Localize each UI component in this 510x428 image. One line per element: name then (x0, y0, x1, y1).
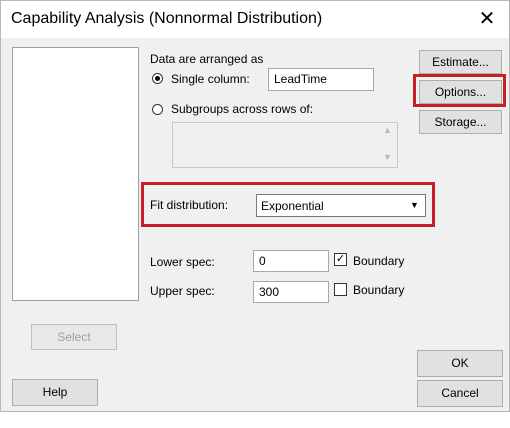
upper-spec-input[interactable]: 300 (253, 281, 329, 303)
capability-analysis-dialog: Capability Analysis (Nonnormal Distribut… (0, 0, 510, 412)
estimate-button-label: Estimate... (432, 55, 489, 69)
title-bar: Capability Analysis (Nonnormal Distribut… (1, 1, 509, 38)
options-button-label: Options... (434, 85, 487, 99)
estimate-button[interactable]: Estimate... (419, 50, 502, 74)
options-button[interactable]: Options... (419, 80, 502, 104)
fit-distribution-value: Exponential (261, 199, 324, 213)
cancel-button[interactable]: Cancel (417, 380, 503, 407)
lower-spec-label: Lower spec: (150, 255, 215, 269)
lower-boundary-checkbox[interactable]: ✓ (334, 253, 347, 266)
ok-button[interactable]: OK (417, 350, 503, 377)
variable-list[interactable] (12, 47, 139, 301)
chevron-down-icon[interactable]: ▼ (406, 197, 423, 214)
subgroups-radio[interactable] (152, 104, 163, 115)
scroll-up-icon[interactable]: ▲ (379, 125, 396, 135)
lower-boundary-label: Boundary (353, 254, 405, 268)
storage-button[interactable]: Storage... (419, 110, 502, 134)
upper-boundary-checkbox[interactable] (334, 283, 347, 296)
lower-spec-input[interactable]: 0 (253, 250, 329, 272)
dialog-title: Capability Analysis (Nonnormal Distribut… (11, 10, 323, 27)
fit-distribution-label: Fit distribution: (150, 198, 229, 212)
storage-button-label: Storage... (434, 115, 487, 129)
cancel-button-label: Cancel (441, 386, 479, 400)
upper-spec-label: Upper spec: (150, 284, 215, 298)
subgroups-input[interactable] (172, 122, 398, 168)
single-column-input[interactable]: LeadTime (268, 68, 374, 91)
subgroups-scrollbar[interactable]: ▲ ▼ (379, 123, 396, 166)
single-column-label: Single column: (171, 72, 250, 86)
help-button[interactable]: Help (12, 379, 98, 406)
help-button-label: Help (42, 385, 68, 399)
data-arrangement-heading: Data are arranged as (150, 52, 264, 66)
scroll-down-icon[interactable]: ▼ (379, 152, 396, 162)
single-column-radio[interactable] (152, 73, 163, 84)
select-button-label: Select (57, 330, 91, 344)
close-icon[interactable]: ✕ (471, 5, 503, 33)
fit-distribution-select[interactable]: Exponential ▼ (256, 194, 426, 217)
subgroups-label: Subgroups across rows of: (171, 102, 314, 116)
upper-boundary-label: Boundary (353, 283, 405, 297)
select-button[interactable]: Select (31, 324, 117, 350)
ok-button-label: OK (451, 356, 469, 370)
